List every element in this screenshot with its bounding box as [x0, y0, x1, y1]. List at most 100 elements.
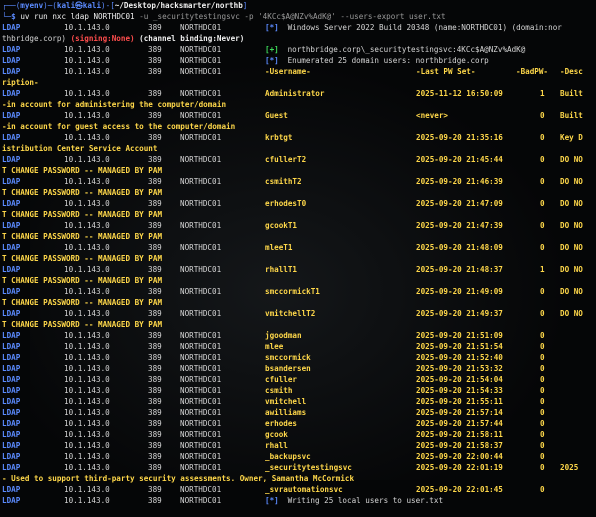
output-wrap-table-header: ription-	[2, 77, 596, 88]
user-row: LDAP 10.1.143.0 389 NORTHDC01 _svrautomation…	[2, 484, 596, 495]
port: 389	[148, 375, 162, 384]
hostname: NORTHDC01	[180, 331, 222, 340]
prompt-line-2[interactable]: └─$ uv run nxc ldap NORTHDC01 -u _securi…	[2, 11, 596, 22]
port: 389	[148, 397, 162, 406]
hostname: NORTHDC01	[180, 386, 222, 395]
protocol-label: LDAP	[2, 45, 21, 54]
ip-address: 10.1.143.0	[64, 342, 110, 351]
writing-text: Writing 25 local users to user.txt	[283, 496, 444, 505]
user-bad-pw-count: 0	[540, 430, 545, 439]
user-row: LDAP 10.1.143.0 389 NORTHDC01 vmitchell 2025-…	[2, 396, 596, 407]
hostname: NORTHDC01	[180, 89, 222, 98]
user-description-continued: T CHANGE PASSWORD -- MANAGED BY PAM	[2, 210, 163, 219]
column-header-last-pw: -Last PW Set-	[416, 67, 476, 76]
user-description-wrap: T CHANGE PASSWORD -- MANAGED BY PAM	[2, 209, 596, 220]
port: 389	[148, 485, 162, 494]
protocol-label: LDAP	[2, 375, 21, 384]
user-last-pw-set: 2025-09-20 22:01:45	[416, 485, 503, 494]
user-description-continued: -in account for guest access to the comp…	[2, 122, 236, 131]
ip-address: 10.1.143.0	[64, 386, 110, 395]
port: 389	[148, 133, 162, 142]
port: 389	[148, 177, 162, 186]
user-name: awilliams	[265, 408, 307, 417]
ip-address: 10.1.143.0	[64, 89, 110, 98]
port: 389	[148, 463, 162, 472]
ip-address: 10.1.143.0	[64, 56, 110, 65]
user-last-pw-set: 2025-09-20 21:51:09	[416, 331, 503, 340]
command-tail: --users-export user.txt	[340, 12, 446, 21]
user-bad-pw-count: 0	[540, 133, 545, 142]
hostname: NORTHDC01	[180, 23, 222, 32]
port: 389	[148, 243, 162, 252]
port: 389	[148, 199, 162, 208]
hostname: NORTHDC01	[180, 496, 222, 505]
user-name: Guest	[265, 111, 288, 120]
output-wrap-banner: thbridge.corp) (signing:None) (channel b…	[2, 33, 596, 44]
user-description-wrap: - Used to support third-party security a…	[2, 473, 596, 484]
port: 389	[148, 408, 162, 417]
output-row-auth: LDAP 10.1.143.0 389 NORTHDC01 [+] northbridg…	[2, 44, 596, 55]
user-description: DO NO	[560, 199, 583, 208]
user-name: csmithT2	[265, 177, 302, 186]
ip-address: 10.1.143.0	[64, 133, 110, 142]
user-last-pw-set: 2025-11-12 16:50:09	[416, 89, 503, 98]
user-row: LDAP 10.1.143.0 389 NORTHDC01 rhallT1 2025-09…	[2, 264, 596, 275]
command-p-flag: -p	[244, 12, 254, 21]
protocol-label: LDAP	[2, 430, 21, 439]
user-row: LDAP 10.1.143.0 389 NORTHDC01 gcook 2025-09-2…	[2, 429, 596, 440]
hostname: NORTHDC01	[180, 199, 222, 208]
user-name: _svrautomationsvc	[265, 485, 343, 494]
info-marker: [*]	[265, 56, 279, 65]
user-row: LDAP 10.1.143.0 389 NORTHDC01 jgoodman 2025-0…	[2, 330, 596, 341]
banner-text: Windows Server 2022 Build 20348 (name:NO…	[283, 23, 562, 32]
output-row-writing: LDAP 10.1.143.0 389 NORTHDC01 [*] Writing 25…	[2, 495, 596, 506]
port: 389	[148, 452, 162, 461]
port: 389	[148, 430, 162, 439]
protocol-label: LDAP	[2, 177, 21, 186]
user-bad-pw-count: 1	[540, 89, 545, 98]
user-last-pw-set: 2025-09-20 21:49:37	[416, 309, 503, 318]
user-description-continued: T CHANGE PASSWORD -- MANAGED BY PAM	[2, 320, 163, 329]
port: 389	[148, 331, 162, 340]
protocol-label: LDAP	[2, 386, 21, 395]
user-last-pw-set: 2025-09-20 21:49:09	[416, 287, 503, 296]
ip-address: 10.1.143.0	[64, 23, 110, 32]
info-marker: [*]	[265, 496, 279, 505]
user-last-pw-set: 2025-09-20 21:48:09	[416, 243, 503, 252]
user-description: Built	[560, 89, 583, 98]
user-last-pw-set: 2025-09-20 21:51:54	[416, 342, 503, 351]
user-name: erhodes	[265, 419, 298, 428]
ip-address: 10.1.143.0	[64, 441, 110, 450]
user-description: DO NO	[560, 265, 583, 274]
terminal-window[interactable]: { "prompt": { "env": "myenv", "user_host…	[0, 0, 596, 517]
user-name: cfullerT2	[265, 155, 307, 164]
user-bad-pw-count: 0	[540, 199, 545, 208]
user-description: Key D	[560, 133, 583, 142]
ip-address: 10.1.143.0	[64, 265, 110, 274]
hostname: NORTHDC01	[180, 397, 222, 406]
user-description-continued: T CHANGE PASSWORD -- MANAGED BY PAM	[2, 298, 163, 307]
user-name: krbtgt	[265, 133, 293, 142]
user-description-continued: T CHANGE PASSWORD -- MANAGED BY PAM	[2, 188, 163, 197]
port: 389	[148, 386, 162, 395]
user-last-pw-set: 2025-09-20 21:45:44	[416, 155, 503, 164]
command-u-flag: -u	[139, 12, 149, 21]
user-description-wrap: T CHANGE PASSWORD -- MANAGED BY PAM	[2, 187, 596, 198]
user-description: 2025	[560, 463, 579, 472]
protocol-label: LDAP	[2, 496, 21, 505]
user-last-pw-set: 2025-09-20 21:35:16	[416, 133, 503, 142]
hostname: NORTHDC01	[180, 221, 222, 230]
hostname: NORTHDC01	[180, 364, 222, 373]
user-name: smccormick	[265, 353, 311, 362]
protocol-label: LDAP	[2, 353, 21, 362]
user-row: LDAP 10.1.143.0 389 NORTHDC01 _securitytesti…	[2, 462, 596, 473]
protocol-label: LDAP	[2, 89, 21, 98]
ip-address: 10.1.143.0	[64, 45, 110, 54]
user-last-pw-set: 2025-09-20 22:01:19	[416, 463, 503, 472]
user-description: DO NO	[560, 287, 583, 296]
user-bad-pw-count: 0	[540, 342, 545, 351]
user-name: rhallT1	[265, 265, 298, 274]
user-description-wrap: T CHANGE PASSWORD -- MANAGED BY PAM	[2, 319, 596, 330]
ip-address: 10.1.143.0	[64, 155, 110, 164]
user-last-pw-set: 2025-09-20 21:52:40	[416, 353, 503, 362]
